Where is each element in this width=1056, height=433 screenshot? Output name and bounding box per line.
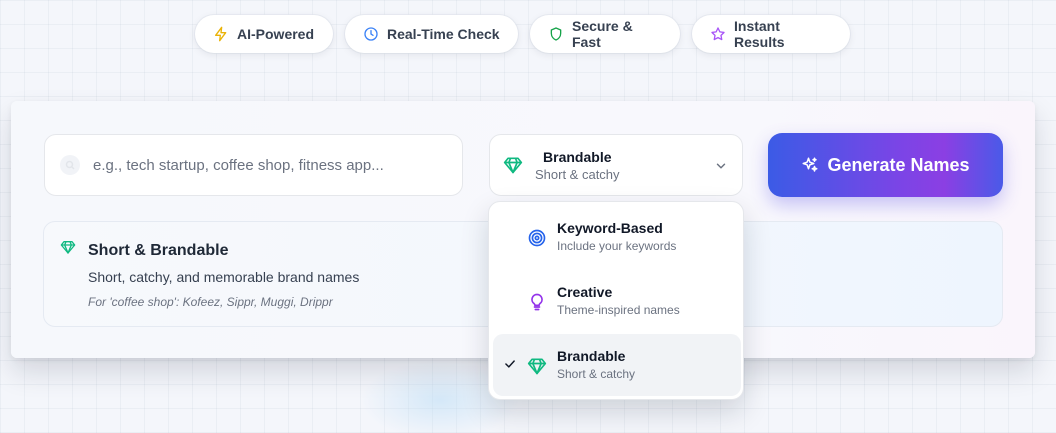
feature-pill-ai-powered: AI-Powered <box>195 15 333 53</box>
gem-icon <box>503 157 523 174</box>
selected-style-desc: Short & catchy <box>535 166 620 182</box>
option-desc: Theme-inspired names <box>557 303 680 317</box>
shield-icon <box>550 27 562 41</box>
lightning-icon <box>215 26 227 42</box>
dropdown-option-creative[interactable]: Creative Theme-inspired names <box>493 270 741 332</box>
option-label: Brandable <box>557 348 626 364</box>
chevron-down-icon <box>716 163 726 169</box>
style-dropdown-menu: Keyword-Based Include your keywords Crea… <box>488 201 744 400</box>
style-info-example: For 'coffee shop': Kofeez, Sippr, Muggi,… <box>88 295 333 309</box>
selected-style-label: Brandable <box>543 148 612 165</box>
feature-label: Instant Results <box>734 18 785 50</box>
option-desc: Include your keywords <box>557 239 677 253</box>
clock-icon <box>364 27 378 41</box>
generate-names-button[interactable]: Generate Names <box>768 133 1003 197</box>
option-label: Creative <box>557 284 613 300</box>
option-desc: Short & catchy <box>557 367 636 381</box>
feature-label: AI-Powered <box>237 26 315 42</box>
gem-icon <box>60 241 76 254</box>
generate-button-label: Generate Names <box>827 154 970 175</box>
style-select[interactable]: Brandable Short & catchy <box>489 134 743 196</box>
gem-icon <box>527 358 547 375</box>
feature-label: Secure & Fast <box>572 18 633 50</box>
star-icon <box>711 27 725 41</box>
dropdown-option-brandable[interactable]: Brandable Short & catchy <box>493 334 741 396</box>
search-input[interactable] <box>93 156 433 174</box>
search-field[interactable] <box>44 134 463 196</box>
search-icon <box>60 155 80 175</box>
feature-pill-instant-results: Instant Results <box>692 15 850 53</box>
feature-pill-real-time-check: Real-Time Check <box>345 15 518 53</box>
lightbulb-icon <box>531 293 543 311</box>
sparkles-icon <box>802 157 818 172</box>
feature-label: Real-Time Check <box>387 26 500 42</box>
feature-pills: AI-Powered Real-Time Check Secure & Fast… <box>0 15 1056 53</box>
style-info-description: Short, catchy, and memorable brand names <box>88 269 360 285</box>
dropdown-option-keyword-based[interactable]: Keyword-Based Include your keywords <box>493 206 741 268</box>
option-label: Keyword-Based <box>557 220 663 236</box>
target-icon <box>528 229 546 247</box>
style-info-title: Short & Brandable <box>88 242 229 259</box>
feature-pill-secure-fast: Secure & Fast <box>530 15 680 53</box>
check-icon <box>505 360 515 368</box>
